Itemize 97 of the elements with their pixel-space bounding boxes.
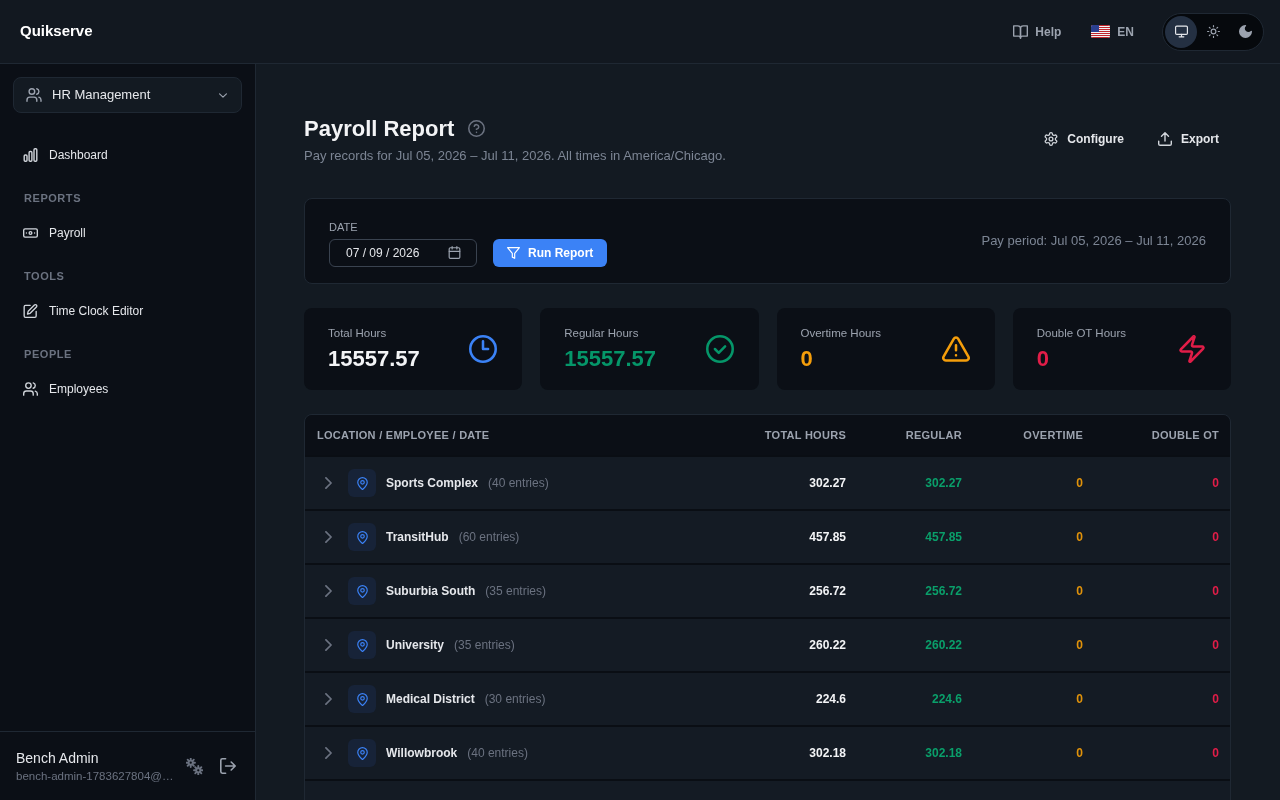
- entry-count: (60 entries): [458, 529, 520, 546]
- workspace-selector[interactable]: HR Management: [13, 77, 242, 113]
- double-ot-hours-value: 0: [1212, 529, 1219, 546]
- settings-icon: [1044, 132, 1059, 146]
- calendar-icon: [448, 246, 461, 259]
- double-ot-hours-value: 0: [1212, 637, 1219, 654]
- regular-hours-value: 224.6: [931, 691, 962, 708]
- stat-label: Double OT Hours: [1036, 326, 1127, 341]
- page-title: Payroll Report: [304, 114, 455, 143]
- map-pin-icon: [348, 631, 376, 659]
- double-ot-hours-value: 0: [1212, 745, 1219, 762]
- column-header: REGULAR: [905, 427, 962, 443]
- map-pin-icon: [348, 523, 376, 551]
- nav-section-label: PEOPLE: [24, 347, 72, 362]
- overtime-hours-value: 0: [1076, 475, 1083, 492]
- regular-hours-value: 457.85: [925, 529, 962, 546]
- map-pin-icon: [348, 469, 376, 497]
- column-header: TOTAL HOURS: [764, 427, 846, 443]
- map-pin-icon: [348, 739, 376, 767]
- entry-count: (30 entries): [484, 691, 546, 708]
- stat-value: 0: [800, 345, 813, 373]
- total-hours-value: 457.85: [809, 529, 846, 546]
- nav-section-label: TOOLS: [24, 269, 65, 284]
- language-button[interactable]: EN: [1083, 15, 1142, 48]
- stat-label: Regular Hours: [564, 326, 639, 341]
- overtime-hours-value: 0: [1076, 691, 1083, 708]
- monitor-icon: [1174, 25, 1188, 38]
- theme-option-button[interactable]: [1165, 15, 1197, 48]
- bar-chart-icon: [23, 148, 38, 162]
- entry-count: (35 entries): [485, 583, 547, 600]
- total-hours-value: 260.22: [809, 637, 846, 654]
- stat-value: 15557.57: [328, 345, 420, 373]
- flag-icon: [1091, 25, 1111, 38]
- location-name: Medical District: [386, 691, 475, 708]
- overtime-hours-value: 0: [1076, 637, 1083, 654]
- column-header: LOCATION / EMPLOYEE / DATE: [317, 427, 490, 443]
- double-ot-hours-value: 0: [1212, 583, 1219, 600]
- location-name: TransitHub: [386, 529, 449, 546]
- pencil-square-icon: [23, 304, 38, 318]
- run-report-button[interactable]: Run Report: [493, 238, 608, 267]
- entry-count: (40 entries): [488, 475, 549, 492]
- users-icon: [23, 382, 38, 396]
- configure-button[interactable]: Configure: [1032, 123, 1136, 155]
- app-logo-text: Quikserve: [20, 21, 93, 42]
- settings-button[interactable]: [184, 756, 204, 776]
- location-name: Willowbrook: [386, 745, 458, 762]
- logout-icon: [220, 758, 236, 774]
- gears-icon: [185, 757, 203, 775]
- logout-button[interactable]: [218, 756, 238, 776]
- double-ot-hours-value: 0: [1212, 691, 1219, 708]
- help-icon: [468, 119, 486, 137]
- total-hours-value: 302.27: [809, 475, 846, 492]
- stat-value: 0: [1036, 345, 1049, 373]
- location-name: University: [386, 637, 445, 654]
- nav-section-label: REPORTS: [24, 191, 82, 206]
- chevron-down-icon: [219, 92, 227, 98]
- overtime-hours-value: 0: [1076, 529, 1083, 546]
- map-pin-icon: [348, 685, 376, 713]
- upload-icon: [1158, 132, 1172, 146]
- pay-period-text: Pay period: Jul 05, 2026 – Jul 11, 2026: [981, 232, 1206, 251]
- double-ot-hours-value: 0: [1212, 475, 1219, 492]
- stat-label: Overtime Hours: [800, 326, 882, 341]
- page-subtitle: Pay records for Jul 05, 2026 – Jul 11, 2026. All times in America/Chicago.: [304, 147, 726, 165]
- nav-item[interactable]: Time Clock Editor: [12, 293, 243, 329]
- location-name: Suburbia South: [386, 583, 476, 600]
- users-icon: [26, 88, 42, 102]
- column-header: DOUBLE OT: [1151, 427, 1219, 443]
- book-icon: [1013, 24, 1029, 39]
- entry-count: (40 entries): [467, 745, 528, 762]
- help-button[interactable]: Help: [1005, 15, 1070, 48]
- total-hours-value: 302.18: [809, 745, 846, 762]
- nav-item[interactable]: Payroll: [12, 215, 243, 251]
- nav-item[interactable]: Employees: [12, 371, 243, 407]
- sun-icon: [1206, 25, 1220, 38]
- banknote-icon: [23, 226, 38, 240]
- stat-label: Total Hours: [328, 326, 387, 341]
- nav-item[interactable]: Dashboard: [12, 137, 243, 173]
- total-hours-value: 224.6: [815, 691, 846, 708]
- moon-icon: [1238, 25, 1252, 38]
- overtime-hours-value: 0: [1076, 745, 1083, 762]
- regular-hours-value: 302.27: [925, 475, 962, 492]
- user-name: Bench Admin: [16, 749, 99, 768]
- export-button[interactable]: Export: [1146, 123, 1231, 155]
- user-email: bench-admin-1783627804@…: [16, 769, 174, 784]
- filter-icon: [507, 246, 520, 259]
- regular-hours-value: 260.22: [925, 637, 962, 654]
- entry-count: (35 entries): [454, 637, 515, 654]
- regular-hours-value: 302.18: [925, 745, 962, 762]
- map-pin-icon: [348, 577, 376, 605]
- column-header: OVERTIME: [1023, 427, 1083, 443]
- regular-hours-value: 256.72: [925, 583, 962, 600]
- total-hours-value: 256.72: [809, 583, 846, 600]
- date-field[interactable]: 07 / 09 / 2026: [329, 238, 477, 267]
- stat-value: 15557.57: [564, 345, 656, 373]
- location-name: Sports Complex: [386, 475, 478, 492]
- date-label: DATE: [329, 219, 358, 235]
- overtime-hours-value: 0: [1076, 583, 1083, 600]
